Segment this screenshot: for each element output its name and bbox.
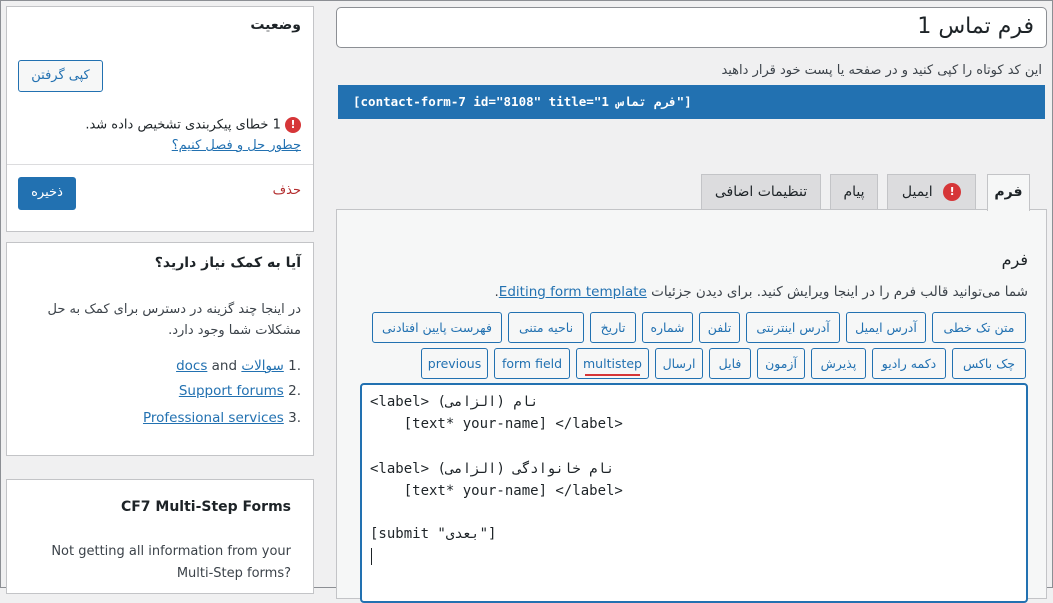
tag-number[interactable]: شماره	[642, 312, 693, 343]
editor-line-1: <label> نام (الزامی)	[370, 394, 539, 410]
error-help-link[interactable]: چطور حل و فصل کنیم؟	[172, 138, 301, 153]
tab-additional-settings[interactable]: تنظیمات اضافی	[701, 174, 821, 209]
shortcode-text: [contact-form-7 id="8108" title="فرم تما…	[353, 94, 692, 109]
shortcode-hint: این کد کوتاه را کپی کنید و در صفحه یا پس…	[721, 63, 1042, 78]
multistep-title: CF7 Multi-Step Forms	[120, 499, 291, 515]
faq-link[interactable]: سوالات	[241, 358, 283, 374]
help-title: آیا به کمک نیاز دارید؟	[154, 255, 301, 271]
tab-message[interactable]: پیام	[830, 174, 878, 209]
tag-acceptance[interactable]: پذیرش	[811, 348, 866, 379]
email-error-icon: !	[943, 183, 962, 201]
tag-email[interactable]: آدرس ایمیل	[846, 312, 926, 343]
editor-line-4: <label> نام خانوادگی (الزامی)	[370, 461, 615, 477]
tag-select[interactable]: فهرست پایین افتادنی	[372, 312, 502, 343]
tag-textarea[interactable]: ناحیه متنی	[508, 312, 584, 343]
tag-url[interactable]: آدرس اینترنتی	[746, 312, 840, 343]
error-icon: !	[285, 117, 301, 133]
multistep-box: CF7 Multi-Step Forms Not getting all inf…	[6, 479, 314, 594]
tag-checkbox[interactable]: چک باکس	[952, 348, 1026, 379]
status-box: وضعیت کپی گرفتن ! 1 خطای پیکربندی تشخیص …	[6, 6, 314, 232]
editor-line-5: [text* your-name] </label>	[370, 483, 623, 499]
tag-date[interactable]: تاریخ	[590, 312, 636, 343]
tag-text[interactable]: متن تک خطی	[932, 312, 1026, 343]
form-title-input[interactable]: فرم تماس 1	[336, 7, 1047, 48]
professional-services-link[interactable]: Professional services	[143, 410, 284, 426]
help-item-1: .1 سوالات docs and	[176, 358, 301, 374]
help-description: در اینجا چند گزینه در دسترس برای کمک به …	[47, 302, 301, 338]
support-forums-link[interactable]: Support forums	[179, 383, 284, 399]
error-text: 1 خطای پیکربندی تشخیص داده شد.	[85, 117, 281, 133]
tag-file[interactable]: فایل	[709, 348, 751, 379]
tag-quiz[interactable]: آزمون	[757, 348, 805, 379]
form-panel-desc: شما می‌توانید قالب فرم را در اینجا ویرای…	[494, 284, 1029, 300]
tag-radio[interactable]: دکمه رادیو	[872, 348, 946, 379]
form-panel-heading: فرم	[1001, 250, 1028, 269]
help-item-3: .3 Professional services	[142, 410, 301, 426]
editor-line-7: [submit "بعدی"]	[370, 526, 497, 542]
save-button[interactable]: ذخیره	[18, 177, 76, 210]
multistep-line2: Multi-Step forms?	[176, 566, 291, 581]
text-cursor	[371, 548, 372, 565]
multistep-highlight-underline	[585, 374, 640, 376]
tag-multistep[interactable]: multistep	[576, 348, 649, 379]
multistep-line1: Not getting all information from your	[51, 544, 291, 559]
form-template-editor[interactable]: <label> نام (الزامی) [text* your-name] <…	[360, 383, 1028, 603]
shortcode-box[interactable]: [contact-form-7 id="8108" title="فرم تما…	[338, 85, 1045, 119]
editor-line-2: [text* your-name] </label>	[370, 416, 623, 432]
divider	[7, 164, 313, 165]
tag-tel[interactable]: تلفن	[699, 312, 740, 343]
tab-form[interactable]: فرم	[987, 174, 1030, 211]
tag-submit[interactable]: ارسال	[655, 348, 703, 379]
status-title: وضعیت	[250, 17, 301, 33]
copy-button[interactable]: کپی گرفتن	[18, 60, 103, 92]
docs-link[interactable]: docs	[176, 358, 207, 374]
config-error: ! 1 خطای پیکربندی تشخیص داده شد.	[21, 117, 301, 133]
tag-previous[interactable]: previous	[421, 348, 488, 379]
tag-form-field[interactable]: form field	[494, 348, 570, 379]
help-box: آیا به کمک نیاز دارید؟ در اینجا چند گزین…	[6, 242, 314, 456]
tab-email[interactable]: ایمیل !	[887, 174, 976, 209]
help-item-2: .2 Support forums	[178, 383, 301, 399]
editing-form-template-link[interactable]: Editing form template	[499, 284, 647, 300]
delete-link[interactable]: حذف	[273, 183, 301, 198]
